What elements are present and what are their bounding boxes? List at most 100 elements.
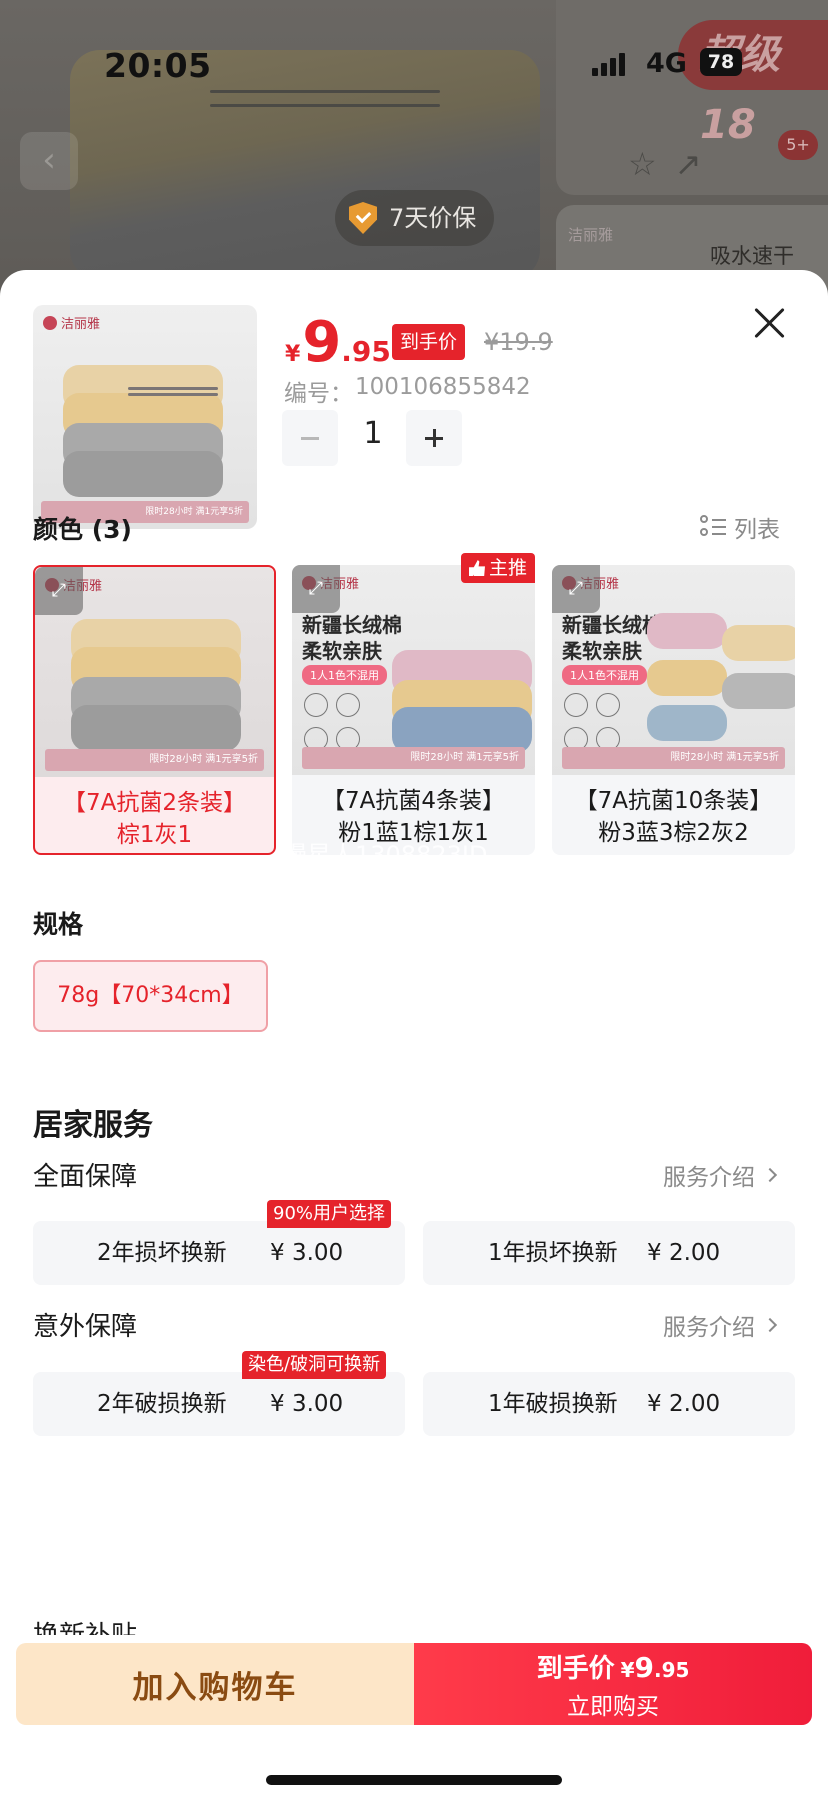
- sku-selector-sheet: 洁丽雅 限时28小时 满1元享5折 ¥ 9 .95 到手价 ¥19.9 编号： …: [0, 270, 828, 1801]
- color-option-2[interactable]: 洁丽雅 新疆长绒棉 柔软亲肤 1人1色不混用 限时28小时 满1元享5折 ⤢ 主…: [292, 553, 535, 855]
- service-info-link[interactable]: 服务介绍: [663, 1158, 778, 1192]
- back-icon: ‹: [20, 132, 78, 190]
- recommend-label: 主推: [488, 557, 527, 579]
- spec-section-title: 规格: [33, 910, 84, 939]
- chevron-right-icon: [762, 1167, 778, 1183]
- list-toggle-label: 列表: [734, 517, 780, 543]
- service-info-link[interactable]: 服务介绍: [663, 1308, 778, 1342]
- service-group-title: 全面保障: [33, 1162, 138, 1192]
- signal-icon: [592, 52, 626, 76]
- chevron-right-icon: [762, 1317, 778, 1333]
- color-option-3[interactable]: 洁丽雅 新疆长绒棉 柔软亲肤 1人1色不混用 限时28小时 满1元享5折 ⤢ 【…: [552, 565, 795, 855]
- service-info-label: 服务介绍: [663, 1315, 755, 1341]
- service-option-tag: 90%用户选择: [267, 1200, 392, 1228]
- home-indicator[interactable]: [266, 1775, 562, 1785]
- service-option[interactable]: 1年破损换新 ¥ 2.00: [423, 1372, 795, 1436]
- towel-image: [647, 705, 727, 741]
- zoom-icon[interactable]: ⤢: [552, 565, 600, 613]
- color-option-1[interactable]: 洁丽雅 限时28小时 满1元享5折 ⤢ 【7A抗菌2条装】 棕1灰1: [33, 565, 276, 855]
- close-icon[interactable]: [752, 305, 788, 341]
- battery-icon: 78: [700, 48, 742, 76]
- final-price-tag: 到手价: [392, 324, 466, 360]
- watermark-text: 慢星人1308823JD: [283, 841, 488, 869]
- image-heading: 新疆长绒棉: [302, 613, 402, 637]
- add-to-cart-button[interactable]: 加入购物车: [16, 1643, 414, 1725]
- currency-symbol: ¥: [285, 342, 301, 367]
- towel-stripe: [128, 393, 218, 396]
- service-option[interactable]: 2年损坏换新 ¥ 3.00: [33, 1221, 405, 1285]
- image-pill: 1人1色不混用: [562, 665, 647, 685]
- price-display: ¥ 9 .95: [285, 315, 391, 371]
- sku-label: 编号：: [284, 381, 353, 407]
- service-option-tag: 染色/破洞可换新: [242, 1351, 387, 1379]
- towel-image: [71, 705, 241, 751]
- promo-strip: 限时28小时 满1元享5折: [562, 747, 785, 769]
- quantity-increase-button[interactable]: [406, 410, 462, 466]
- color-section-title: 颜色 (3): [33, 515, 132, 544]
- service-group-title-partial: 换新补贴: [33, 1615, 137, 1635]
- towel-image: [722, 673, 795, 709]
- brand-mini-text: 洁丽雅: [61, 317, 101, 332]
- service-option[interactable]: 2年破损换新 ¥ 3.00: [33, 1372, 405, 1436]
- background-brand: 洁丽雅: [568, 226, 614, 244]
- quantity-value[interactable]: 1: [355, 416, 391, 451]
- spec-option[interactable]: 78g【70*34cm】: [33, 960, 268, 1032]
- background-tagline: 吸水速干: [710, 244, 794, 268]
- price-integer: 9: [302, 310, 342, 375]
- sku-value: 100106855842: [355, 374, 531, 400]
- towel-stripe: [128, 387, 218, 390]
- buy-price: ¥9.95: [621, 1651, 690, 1684]
- buy-price-prefix: 到手价: [536, 1653, 615, 1684]
- service-option-price: ¥ 3.00: [270, 1240, 344, 1266]
- status-time: 20:05: [104, 46, 212, 85]
- buy-now-button[interactable]: 到手价 ¥9.95 立即购买: [414, 1643, 812, 1725]
- buy-price-integer: 9: [634, 1650, 654, 1684]
- background-share-icons: ☆↗: [628, 145, 720, 183]
- color-option-label-line1: 【7A抗菌2条装】: [62, 790, 246, 816]
- price-decimal: .95: [341, 335, 391, 368]
- service-option-name: 1年损坏换新: [488, 1240, 618, 1266]
- original-price: ¥19.9: [484, 328, 553, 356]
- service-option-name: 2年损坏换新: [97, 1240, 227, 1266]
- promo-strip: 限时28小时 满1元享5折: [302, 747, 525, 769]
- towel-image: [647, 660, 727, 696]
- buy-currency: ¥: [620, 1657, 635, 1682]
- color-option-label-line2: 棕1灰1: [116, 822, 193, 848]
- buy-now-label: 立即购买: [567, 1693, 659, 1720]
- towel-image: [63, 451, 223, 497]
- color-option-label-line1: 【7A抗菌10条装】: [574, 788, 773, 814]
- service-option-price: ¥ 3.00: [270, 1391, 344, 1417]
- services-section-title: 居家服务: [33, 1108, 153, 1143]
- image-subheading: 柔软亲肤: [302, 639, 382, 663]
- zoom-icon[interactable]: ⤢: [292, 565, 340, 613]
- status-bar: 20:05 4G 78: [0, 40, 828, 90]
- towel-image: [722, 625, 795, 661]
- thumbs-up-icon: [468, 560, 485, 576]
- background-stripe: [210, 90, 440, 93]
- color-option-label: 【7A抗菌10条装】 粉3蓝3棕2灰2: [552, 785, 795, 849]
- color-option-label-line2: 粉3蓝3棕2灰2: [598, 820, 749, 846]
- quantity-decrease-button[interactable]: [282, 410, 338, 466]
- service-info-label: 服务介绍: [663, 1165, 755, 1191]
- list-view-toggle[interactable]: 列表: [700, 510, 780, 544]
- background-badge: 5+: [778, 130, 818, 160]
- price-protect-label: 7天价保: [389, 204, 477, 232]
- brand-logo: 洁丽雅: [43, 313, 100, 332]
- service-option[interactable]: 1年损坏换新 ¥ 2.00: [423, 1221, 795, 1285]
- background-stripe: [210, 104, 440, 107]
- service-option-name: 2年破损换新: [97, 1391, 227, 1417]
- feature-icon: [304, 693, 328, 717]
- color-option-label-line1: 【7A抗菌4条装】: [321, 788, 505, 814]
- product-thumbnail[interactable]: 洁丽雅 限时28小时 满1元享5折: [33, 305, 257, 529]
- image-pill: 1人1色不混用: [302, 665, 387, 685]
- zoom-icon[interactable]: ⤢: [35, 567, 83, 615]
- color-option-label: 【7A抗菌2条装】 棕1灰1: [35, 787, 274, 851]
- towel-image: [647, 613, 727, 649]
- service-option-name: 1年破损换新: [488, 1391, 618, 1417]
- network-label: 4G: [646, 48, 687, 79]
- feature-icon: [336, 693, 360, 717]
- bottom-action-bar: 加入购物车 到手价 ¥9.95 立即购买: [16, 1643, 812, 1725]
- service-option-price: ¥ 2.00: [647, 1240, 721, 1266]
- list-icon: [700, 515, 726, 539]
- price-protect-badge: 7天价保: [335, 190, 495, 246]
